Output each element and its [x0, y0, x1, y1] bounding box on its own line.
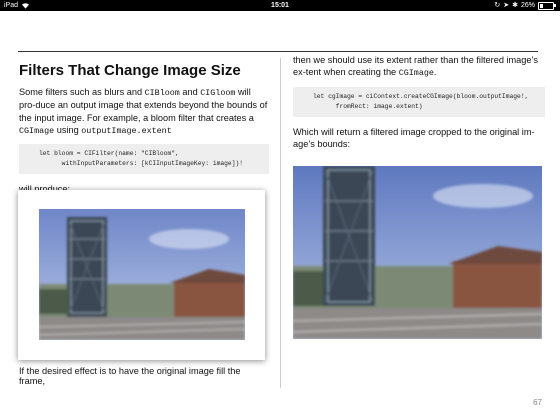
code-ref-cigloom: CIGloom: [200, 88, 236, 98]
page-number: 67: [533, 398, 542, 407]
cropped-result-text: Which will return a filtered image cropp…: [293, 126, 535, 149]
code-ref-cgimage: CGImage: [19, 125, 55, 136]
lock-rotation-icon: ↻: [494, 2, 501, 9]
header-rule: [18, 51, 538, 52]
caption-text: If the desired effect is to have the ori…: [19, 366, 241, 386]
bloom-output-photo: [39, 209, 245, 340]
continuation-paragraph: then we should use its extent rather tha…: [293, 55, 538, 79]
cropped-output-photo: [293, 166, 542, 339]
clock: 15:01: [271, 2, 289, 9]
code-block-cgimage: let cgImage = ciContext.createCGImage(bl…: [293, 86, 545, 117]
intro-paragraph: Some filters such as blurs and CIBloom a…: [19, 87, 268, 136]
bloom-output-figure: [18, 190, 265, 360]
column-separator: [280, 58, 281, 388]
bluetooth-icon: ✱: [512, 2, 518, 9]
location-icon: ➤: [503, 2, 510, 9]
battery-percent: 26%: [520, 2, 535, 9]
left-column: Filters That Change Image Size Some filt…: [19, 62, 269, 195]
code-block-bloom: let bloom = CIFilter(name: "CIBloom", wi…: [19, 144, 269, 175]
battery-icon: [538, 2, 556, 10]
code-ref-cgimage-2: CGImage: [398, 68, 434, 79]
code-ref-cibloom: CIBloom: [144, 88, 180, 98]
status-bar: iPad 15:01 ↻ ➤ ✱ 26%: [0, 0, 560, 11]
code-ref-extent: outputImage.extent: [81, 125, 172, 136]
right-column: then we should use its extent rather tha…: [293, 54, 545, 150]
section-heading: Filters That Change Image Size: [19, 62, 241, 79]
